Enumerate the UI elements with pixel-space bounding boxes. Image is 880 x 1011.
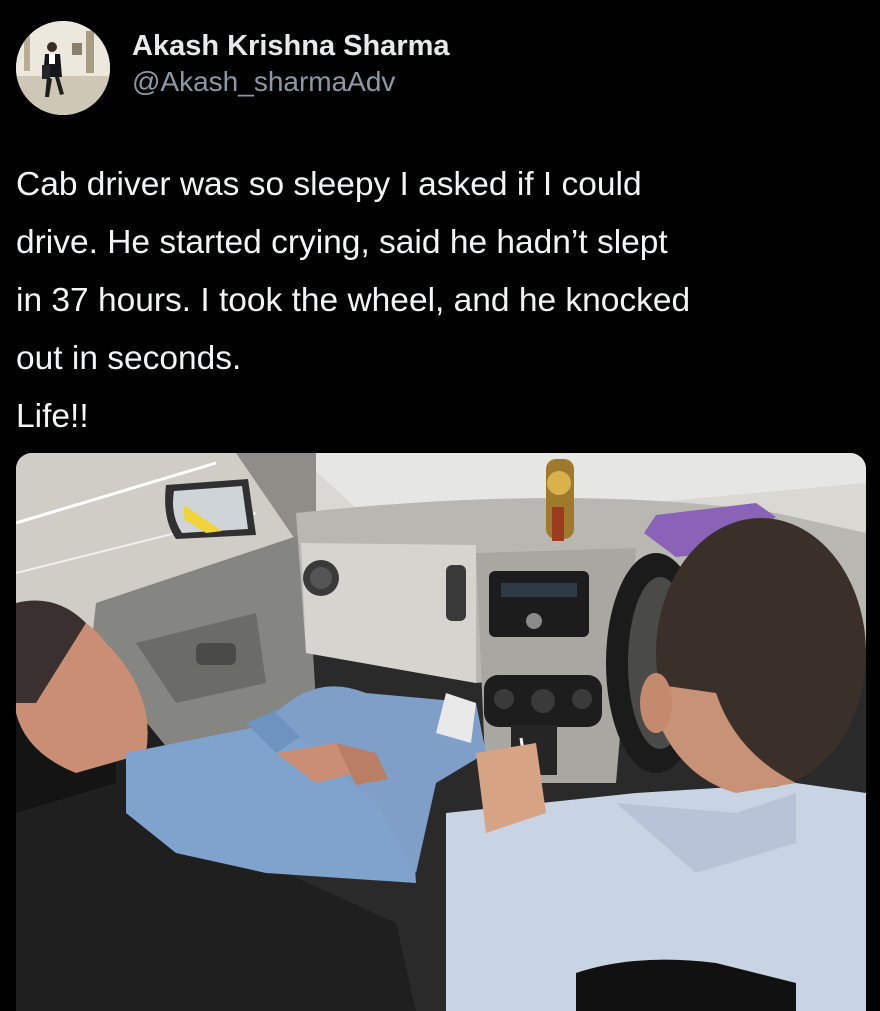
avatar[interactable] — [16, 21, 110, 115]
author-names: Akash Krishna Sharma @Akash_sharmaAdv — [132, 28, 450, 100]
tweet-header: Akash Krishna Sharma @Akash_sharmaAdv — [16, 18, 450, 118]
user-handle[interactable]: @Akash_sharmaAdv — [132, 64, 450, 100]
tweet-text: Cab driver was so sleepy I asked if I co… — [16, 156, 866, 446]
tweet-text-line: Life!! — [16, 398, 89, 435]
tweet-text-line: Cab driver was so sleepy I asked if I co… — [16, 166, 642, 203]
display-name[interactable]: Akash Krishna Sharma — [132, 28, 450, 64]
profile-photo-icon — [16, 21, 110, 115]
tweet-text-line: drive. He started crying, said he hadn’t… — [16, 224, 668, 261]
tweet: Akash Krishna Sharma @Akash_sharmaAdv Ca… — [0, 0, 880, 1011]
car-interior-photo-icon — [16, 453, 866, 1011]
tweet-text-line: in 37 hours. I took the wheel, and he kn… — [16, 282, 691, 319]
tweet-text-line: out in seconds. — [16, 340, 242, 377]
tweet-photo[interactable] — [16, 453, 866, 1011]
